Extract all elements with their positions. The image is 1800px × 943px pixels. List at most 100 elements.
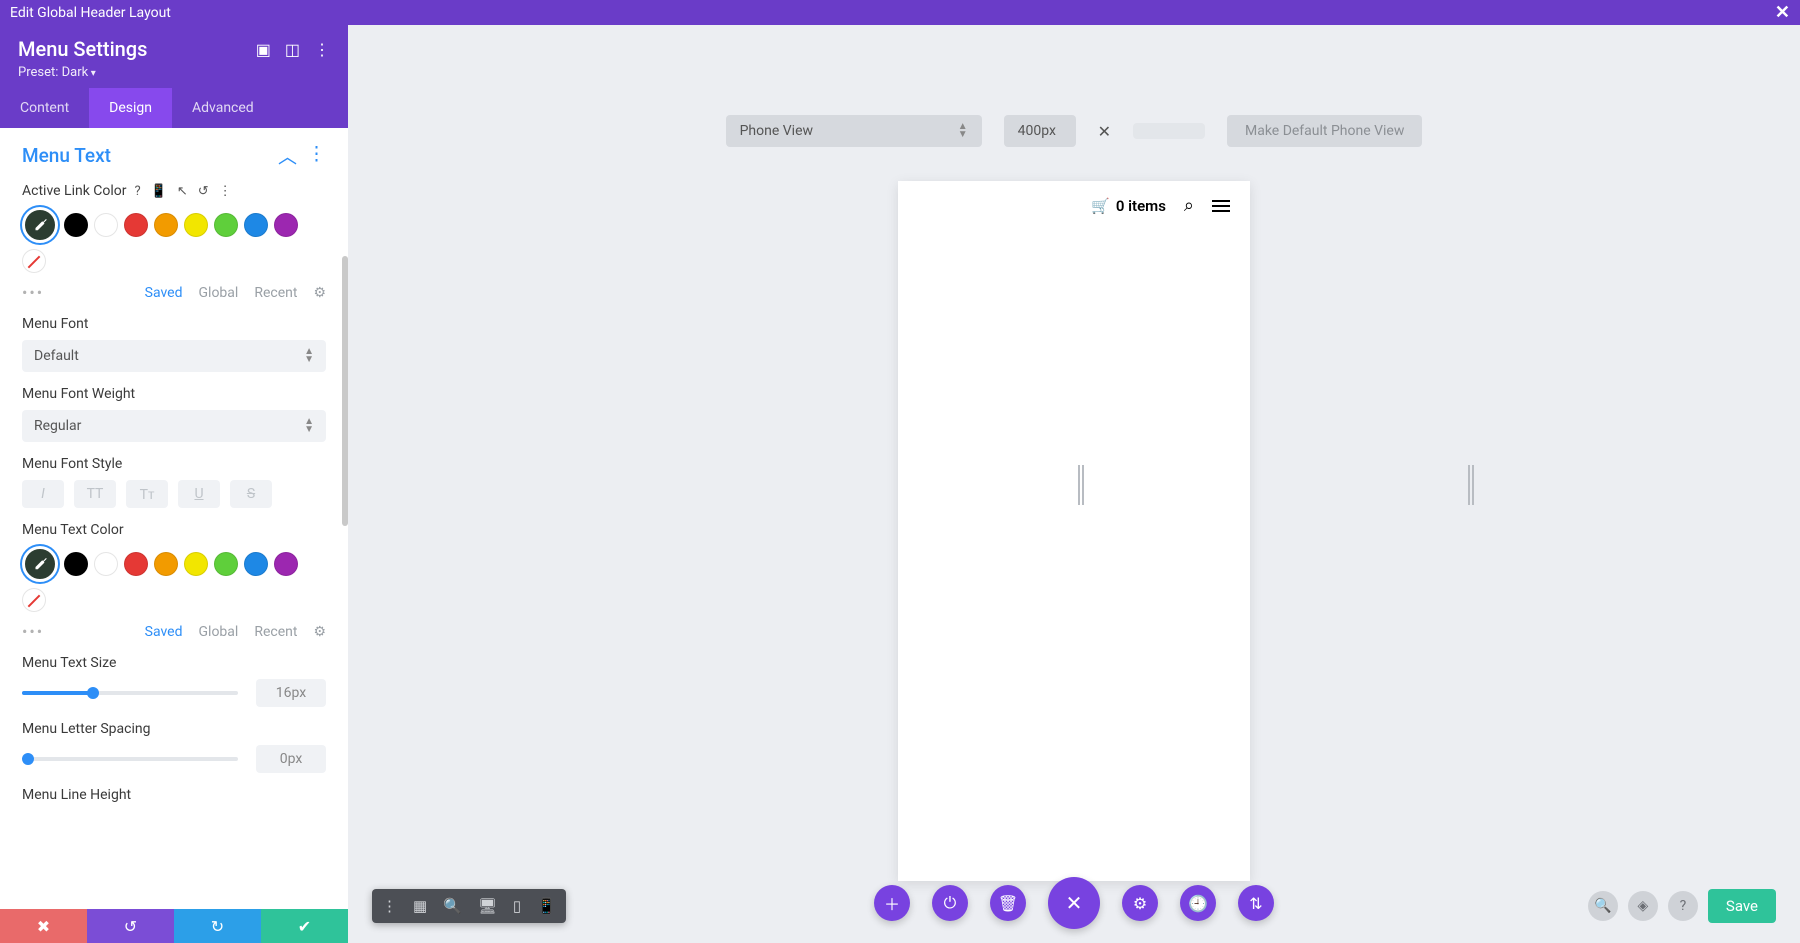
swatch-blue[interactable] — [244, 552, 268, 576]
hamburger-icon[interactable] — [1212, 200, 1230, 212]
swatch-yellow[interactable] — [184, 552, 208, 576]
phone-icon[interactable]: 📱 — [537, 897, 556, 915]
wireframe-icon[interactable]: ▦ — [413, 897, 427, 915]
menu-font-select[interactable]: Default ▲▼ — [22, 340, 326, 372]
swatch-purple[interactable] — [274, 552, 298, 576]
multiply-icon: ✕ — [1098, 122, 1111, 141]
help-icon[interactable]: ? — [135, 184, 141, 199]
style-uppercase[interactable]: TT — [74, 480, 116, 508]
hover-icon[interactable]: ↖ — [177, 184, 188, 199]
letter-spacing-slider[interactable] — [22, 757, 238, 761]
swatch-orange[interactable] — [154, 213, 178, 237]
palette-gear-icon[interactable]: ⚙ — [313, 624, 326, 640]
undo-button[interactable]: ↺ — [87, 909, 174, 943]
swatch-current[interactable] — [22, 207, 58, 243]
more-swatches[interactable]: ••• — [22, 622, 44, 641]
swatch-black[interactable] — [64, 213, 88, 237]
cart-icon: 🛒 — [1091, 197, 1110, 215]
palette-global[interactable]: Global — [199, 285, 239, 301]
make-default-button[interactable]: Make Default Phone View — [1227, 115, 1422, 147]
reset-icon[interactable]: ↺ — [198, 184, 209, 199]
palette-saved[interactable]: Saved — [145, 285, 183, 301]
palette-gear-icon[interactable]: ⚙ — [313, 285, 326, 301]
zoom-icon[interactable]: 🔍 — [443, 897, 462, 915]
power-button[interactable]: ⏻ — [932, 885, 968, 921]
menu-font-value: Default — [34, 348, 79, 364]
width-input[interactable]: 400px — [1004, 115, 1076, 147]
tab-advanced[interactable]: Advanced — [172, 88, 274, 128]
swatch-white[interactable] — [94, 213, 118, 237]
close-icon[interactable]: ✕ — [1775, 2, 1790, 23]
more-swatches[interactable]: ••• — [22, 283, 44, 302]
discard-button[interactable]: ✖ — [0, 909, 87, 943]
style-smallcaps[interactable]: Tᴛ — [126, 480, 168, 508]
save-button[interactable]: Save — [1708, 889, 1776, 923]
kebab-icon[interactable]: ⋮ — [314, 40, 330, 59]
letter-spacing-value[interactable]: 0px — [256, 745, 326, 773]
phone-icon[interactable]: 📱 — [151, 184, 167, 199]
menu-weight-value: Regular — [34, 418, 81, 434]
swatch-white[interactable] — [94, 552, 118, 576]
swatch-black[interactable] — [64, 552, 88, 576]
desktop-icon[interactable]: 🖥 — [478, 897, 497, 915]
label-line-height: Menu Line Height — [22, 787, 131, 803]
toolbar-kebab-icon[interactable]: ⋮ — [382, 897, 397, 915]
palette-global[interactable]: Global — [199, 624, 239, 640]
redo-button[interactable]: ↻ — [174, 909, 261, 943]
swatch-orange[interactable] — [154, 552, 178, 576]
search-icon[interactable]: ⌕ — [1184, 195, 1194, 216]
swatch-green[interactable] — [214, 552, 238, 576]
more-icon[interactable]: ⋮ — [219, 184, 232, 199]
style-underline[interactable]: U — [178, 480, 220, 508]
swatch-yellow[interactable] — [184, 213, 208, 237]
history-button[interactable]: 🕘 — [1180, 885, 1216, 921]
tab-content[interactable]: Content — [0, 88, 89, 128]
layers-button[interactable]: ◈ — [1628, 891, 1658, 921]
style-italic[interactable]: I — [22, 480, 64, 508]
style-strike[interactable]: S — [230, 480, 272, 508]
section-kebab-icon[interactable]: ⋮ — [307, 142, 326, 169]
swatch-red[interactable] — [124, 213, 148, 237]
expand-icon[interactable]: ▣ — [256, 40, 271, 59]
swatch-purple[interactable] — [274, 213, 298, 237]
close-actions-button[interactable]: ✕ — [1048, 877, 1100, 929]
swatch-none[interactable] — [22, 588, 46, 612]
preset-dropdown[interactable]: Preset: Dark — [18, 65, 330, 80]
resize-handle-right[interactable] — [1468, 465, 1476, 505]
delete-button[interactable]: 🗑 — [990, 885, 1026, 921]
swatch-red[interactable] — [124, 552, 148, 576]
settings-button[interactable]: ⚙ — [1122, 885, 1158, 921]
label-menu-font-weight: Menu Font Weight — [22, 386, 135, 402]
swatch-green[interactable] — [214, 213, 238, 237]
palette-recent[interactable]: Recent — [254, 624, 297, 640]
transfer-button[interactable]: ⇅ — [1238, 885, 1274, 921]
eyedropper-icon — [31, 216, 49, 234]
add-button[interactable]: ＋ — [874, 885, 910, 921]
palette-recent[interactable]: Recent — [254, 285, 297, 301]
menu-weight-select[interactable]: Regular ▲▼ — [22, 410, 326, 442]
text-size-slider[interactable] — [22, 691, 238, 695]
confirm-button[interactable]: ✔ — [261, 909, 348, 943]
height-input[interactable] — [1133, 123, 1205, 139]
label-menu-font: Menu Font — [22, 316, 88, 332]
resize-handle-left[interactable] — [1078, 465, 1086, 505]
search-button[interactable]: 🔍 — [1588, 891, 1618, 921]
chevron-up-icon[interactable]: ︿ — [278, 142, 297, 169]
app-title: Edit Global Header Layout — [10, 5, 171, 21]
eyedropper-icon — [31, 555, 49, 573]
text-size-value[interactable]: 16px — [256, 679, 326, 707]
panel-title: Menu Settings — [18, 37, 147, 61]
swatch-current[interactable] — [22, 546, 58, 582]
palette-saved[interactable]: Saved — [145, 624, 183, 640]
menu-text-color-palette — [22, 546, 326, 612]
columns-icon[interactable]: ◫ — [285, 40, 300, 59]
swatch-none[interactable] — [22, 249, 46, 273]
swatch-blue[interactable] — [244, 213, 268, 237]
tab-design[interactable]: Design — [89, 88, 172, 128]
cart-link[interactable]: 🛒 0 items — [1091, 197, 1166, 215]
view-select[interactable]: Phone View ▲▼ — [726, 115, 982, 147]
view-toolbar: ⋮ ▦ 🔍 🖥 ▯ 📱 — [372, 889, 566, 923]
tablet-icon[interactable]: ▯ — [513, 897, 521, 915]
help-button[interactable]: ? — [1668, 891, 1698, 921]
section-header[interactable]: Menu Text — [22, 144, 111, 167]
